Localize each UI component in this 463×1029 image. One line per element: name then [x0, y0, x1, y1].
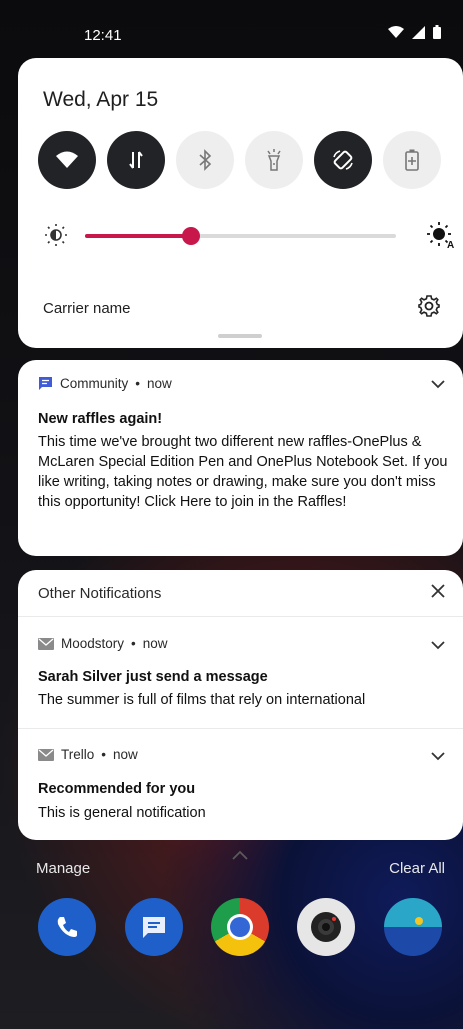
tile-mobile-data[interactable] [107, 131, 165, 189]
qs-date: Wed, Apr 15 [43, 88, 159, 111]
notification-title: Recommended for you [38, 781, 196, 797]
flashlight-icon [267, 149, 281, 171]
notification-time: now [147, 376, 172, 391]
notification-actions: Manage Clear All [0, 850, 463, 880]
app-dock [0, 898, 463, 962]
messages-icon [143, 917, 165, 938]
brightness-slider-fill [85, 234, 191, 238]
separator-dot: • [101, 747, 106, 762]
notification-title: Sarah Silver just send a message [38, 669, 268, 685]
quick-settings-panel: Wed, Apr 15 A Carrier name [18, 58, 463, 348]
divider [18, 616, 463, 617]
manage-button[interactable]: Manage [36, 860, 90, 877]
gear-icon[interactable] [417, 294, 441, 318]
message-app-icon [39, 377, 52, 390]
chevron-down-icon[interactable] [431, 380, 445, 389]
close-icon[interactable] [431, 584, 445, 598]
status-icons [388, 25, 441, 39]
notification-app-row: Community • now [38, 376, 172, 391]
chrome-app[interactable] [211, 898, 269, 956]
svg-text:A: A [447, 240, 454, 249]
mail-icon [38, 748, 54, 761]
carrier-name: Carrier name [43, 300, 131, 317]
divider [18, 728, 463, 729]
tile-flashlight[interactable] [245, 131, 303, 189]
brightness-auto-icon: A [427, 222, 454, 249]
cell-signal-icon [412, 25, 425, 39]
gallery-app[interactable] [384, 898, 442, 956]
bluetooth-icon [199, 149, 212, 171]
other-notifications-group: Other Notifications Moodstory • now Sara… [18, 570, 463, 840]
notification-app-row: Trello • now [38, 747, 138, 762]
notification-community[interactable]: Community • now New raffles again! This … [18, 360, 463, 556]
brightness-low-icon [45, 224, 67, 246]
chevron-down-icon[interactable] [431, 752, 445, 761]
chevron-up-icon [232, 850, 248, 860]
group-header: Other Notifications [38, 585, 162, 602]
notification-app-name: Moodstory [61, 636, 125, 651]
notification-app-name: Community [60, 376, 129, 391]
drag-handle[interactable] [218, 334, 262, 338]
camera-icon [311, 912, 341, 942]
notification-app-name: Trello [61, 747, 95, 762]
brightness-row: A [44, 220, 454, 250]
separator-dot: • [131, 636, 136, 651]
camera-app[interactable] [297, 898, 355, 956]
wifi-icon [56, 151, 78, 168]
separator-dot: • [135, 376, 140, 391]
notification-time: now [142, 636, 168, 651]
tile-bluetooth[interactable] [176, 131, 234, 189]
status-time: 12:41 [84, 27, 122, 44]
mail-icon [38, 637, 54, 650]
battery-saver-icon [405, 149, 419, 171]
chevron-down-icon[interactable] [431, 641, 445, 650]
tile-battery-saver[interactable] [383, 131, 441, 189]
brightness-slider-thumb[interactable] [181, 227, 200, 245]
tile-wifi[interactable] [38, 131, 96, 189]
phone-app[interactable] [38, 898, 96, 956]
status-bar: 12:41 [0, 0, 463, 56]
battery-icon [433, 25, 441, 39]
brightness-slider[interactable] [85, 227, 396, 245]
notification-title: New raffles again! [38, 411, 163, 427]
notification-time: now [113, 747, 138, 762]
notification-body: This is general notification [38, 805, 206, 821]
gallery-icon [415, 917, 423, 925]
notification-app-row: Moodstory • now [38, 636, 168, 651]
qs-tiles [38, 131, 441, 189]
messages-app[interactable] [125, 898, 183, 956]
mobile-data-icon [129, 151, 143, 169]
tile-auto-rotate[interactable] [314, 131, 372, 189]
notification-body: The summer is full of films that rely on… [38, 692, 366, 708]
chrome-icon [227, 914, 253, 940]
auto-rotate-icon [333, 150, 353, 170]
phone-icon [57, 917, 77, 937]
wifi-icon [388, 26, 404, 38]
notification-body: This time we've brought two different ne… [38, 434, 448, 510]
clear-all-button[interactable]: Clear All [389, 860, 445, 877]
